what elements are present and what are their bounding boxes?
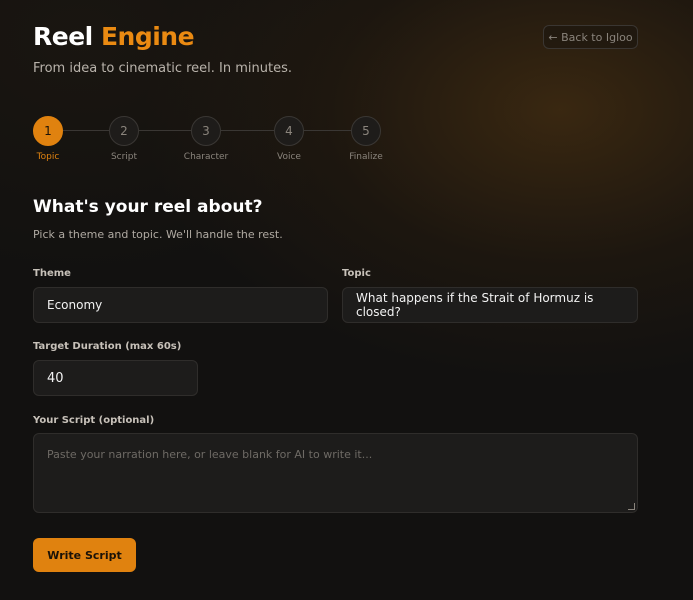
form-subtitle: Pick a theme and topic. We'll handle the… bbox=[33, 228, 283, 241]
topic-label: Topic bbox=[342, 268, 371, 279]
step-number: 1 bbox=[33, 116, 63, 146]
back-to-igloo-button[interactable]: ← Back to Igloo bbox=[543, 25, 638, 49]
topic-input[interactable]: What happens if the Strait of Hormuz is … bbox=[342, 287, 638, 323]
form-title: What's your reel about? bbox=[33, 197, 263, 217]
write-script-button[interactable]: Write Script bbox=[33, 538, 136, 572]
step-character[interactable]: 3 Character bbox=[166, 116, 246, 162]
step-topic[interactable]: 1 Topic bbox=[8, 116, 88, 162]
app-title: Reel Engine bbox=[33, 22, 195, 51]
duration-label: Target Duration (max 60s) bbox=[33, 341, 182, 352]
theme-label: Theme bbox=[33, 268, 71, 279]
script-label: Your Script (optional) bbox=[33, 415, 155, 426]
progress-stepper: 1 Topic 2 Script 3 Character 4 Voice 5 F… bbox=[0, 116, 693, 166]
theme-input[interactable]: Economy bbox=[33, 287, 328, 323]
script-textarea[interactable]: Paste your narration here, or leave blan… bbox=[33, 433, 638, 513]
step-number: 5 bbox=[351, 116, 381, 146]
app-tagline: From idea to cinematic reel. In minutes. bbox=[33, 61, 292, 76]
step-label: Voice bbox=[277, 152, 301, 162]
step-label: Topic bbox=[36, 152, 60, 162]
step-voice[interactable]: 4 Voice bbox=[249, 116, 329, 162]
app-title-part1: Reel bbox=[33, 22, 93, 51]
step-label: Character bbox=[183, 152, 229, 162]
step-number: 2 bbox=[109, 116, 139, 146]
app-title-part2: Engine bbox=[100, 22, 195, 51]
resize-handle-icon[interactable] bbox=[628, 503, 635, 510]
duration-input[interactable]: 40 bbox=[33, 360, 198, 396]
step-number: 3 bbox=[191, 116, 221, 146]
step-number: 4 bbox=[274, 116, 304, 146]
step-script[interactable]: 2 Script bbox=[84, 116, 164, 162]
step-label: Script bbox=[110, 152, 138, 162]
step-label: Finalize bbox=[349, 152, 383, 162]
script-placeholder: Paste your narration here, or leave blan… bbox=[47, 448, 373, 461]
step-finalize[interactable]: 5 Finalize bbox=[326, 116, 406, 162]
